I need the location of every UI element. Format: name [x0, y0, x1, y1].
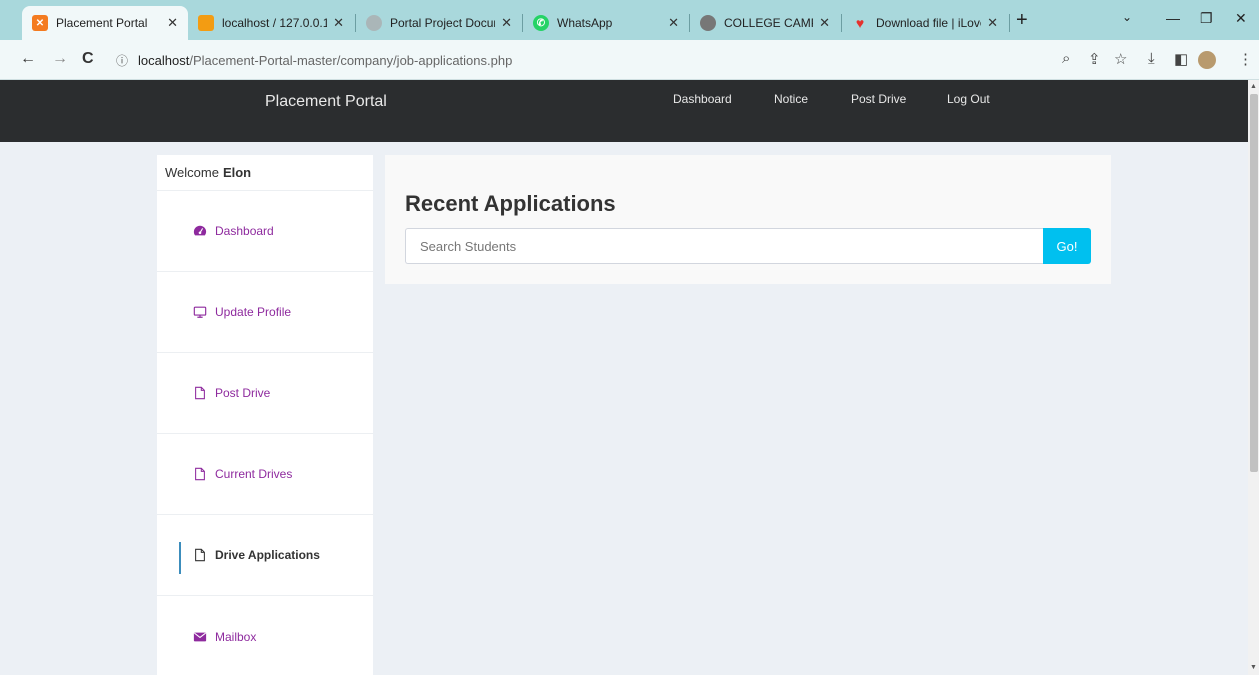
welcome-text: Welcome Elon: [157, 155, 373, 191]
menu-icon[interactable]: ⋮: [1238, 50, 1253, 68]
sidebar-item-drive-applications[interactable]: Drive Applications: [157, 515, 373, 596]
download-icon[interactable]: ⤓: [1148, 50, 1155, 67]
tab-search-icon[interactable]: ⌄: [1122, 10, 1132, 24]
globe-icon: [700, 15, 716, 31]
user-name: Elon: [222, 165, 252, 180]
sidebar-item-label: Post Drive: [215, 386, 271, 400]
zoom-icon[interactable]: ⌕: [1062, 50, 1070, 67]
file-icon: [195, 467, 205, 481]
avatar[interactable]: [1198, 51, 1216, 69]
xampp-icon: ✕: [32, 15, 48, 31]
tab-label: localhost / 127.0.0.1 /: [222, 16, 328, 30]
nav-post-drive[interactable]: Post Drive: [851, 92, 906, 106]
back-arrow-icon[interactable]: ←: [20, 50, 36, 68]
tab-phpmyadmin[interactable]: localhost / 127.0.0.1 / ✕: [188, 6, 354, 40]
close-icon[interactable]: ✕: [501, 15, 512, 31]
close-icon[interactable]: ✕: [333, 15, 344, 31]
nav-notice[interactable]: Notice: [774, 92, 808, 106]
page-title: Recent Applications: [405, 191, 616, 216]
page-scrollbar[interactable]: ▲ ▼: [1248, 80, 1259, 675]
tab-label: COLLEGE CAMPUS RE: [724, 16, 813, 30]
sidebar-item-label: Drive Applications: [215, 548, 320, 562]
sidebar-item-label: Mailbox: [215, 629, 257, 644]
browser-toolbar: ← → C ⓘ localhost/Placement-Portal-maste…: [0, 40, 1259, 80]
tab-label: Placement Portal: [56, 16, 148, 30]
monitor-icon: [193, 306, 207, 318]
whatsapp-icon: ✆: [533, 15, 549, 31]
restore-icon[interactable]: ❐: [1200, 10, 1213, 27]
close-icon[interactable]: ✕: [167, 15, 178, 31]
sidebar-item-mailbox[interactable]: Mailbox: [157, 596, 373, 675]
sidebar-item-label: Current Drives: [215, 467, 293, 481]
new-tab-icon[interactable]: +: [1016, 9, 1028, 32]
sidebar-item-label: Dashboard: [215, 224, 274, 238]
scroll-up-icon[interactable]: ▲: [1250, 83, 1257, 90]
go-button[interactable]: Go!: [1043, 228, 1091, 264]
sidebar: Welcome Elon Dashboard Update Profile Po…: [157, 155, 373, 675]
tab-label: WhatsApp: [557, 16, 613, 30]
browser-tab-bar: ✕ Placement Portal ✕ localhost / 127.0.0…: [0, 0, 1259, 40]
site-header: Placement Portal Dashboard Notice Post D…: [0, 80, 1248, 142]
phpmyadmin-icon: [198, 15, 214, 31]
share-icon[interactable]: ⇪: [1088, 50, 1101, 68]
minimize-icon[interactable]: —: [1166, 10, 1180, 26]
envelope-icon: [193, 632, 207, 641]
tab-label: Portal Project Docum: [390, 16, 496, 30]
tab-label: Download file | iLove: [876, 16, 982, 30]
info-icon: ⓘ: [116, 53, 129, 68]
url-host: localhost: [138, 52, 190, 68]
close-icon[interactable]: ✕: [668, 15, 679, 31]
forward-arrow-icon[interactable]: →: [52, 50, 68, 68]
sidebar-item-update-profile[interactable]: Update Profile: [157, 272, 373, 353]
file-icon: [195, 548, 205, 562]
url-path: /Placement-Portal-master/company/job-app…: [189, 52, 513, 68]
search-input[interactable]: [405, 228, 1043, 264]
file-icon: [195, 386, 205, 400]
close-window-icon[interactable]: ✕: [1235, 10, 1247, 27]
search-group: Go!: [405, 228, 1091, 264]
sidebar-item-label: Update Profile: [215, 305, 292, 319]
heart-icon: ♥: [855, 15, 865, 31]
dashboard-icon: [193, 225, 207, 236]
scroll-thumb[interactable]: [1250, 94, 1258, 472]
star-icon[interactable]: ☆: [1114, 50, 1127, 68]
address-bar[interactable]: ⓘ localhost/Placement-Portal-master/comp…: [110, 46, 1030, 74]
nav-log-out[interactable]: Log Out: [947, 92, 990, 106]
tab-separator: [1009, 14, 1010, 32]
scroll-down-icon[interactable]: ▼: [1250, 664, 1257, 671]
sidebar-item-dashboard[interactable]: Dashboard: [157, 191, 373, 272]
reload-icon[interactable]: C: [82, 50, 94, 68]
sidebar-item-post-drive[interactable]: Post Drive: [157, 353, 373, 434]
tab-ilovepdf[interactable]: ♥ Download file | iLove ✕: [842, 6, 1008, 40]
tab-college-campus[interactable]: COLLEGE CAMPUS RE ✕: [690, 6, 840, 40]
close-icon[interactable]: ✕: [819, 15, 830, 31]
tab-whatsapp[interactable]: ✆ WhatsApp ✕: [523, 6, 689, 40]
globe-icon: [366, 15, 382, 31]
tab-portal-docs[interactable]: Portal Project Docum ✕: [356, 6, 522, 40]
brand-title[interactable]: Placement Portal: [265, 93, 387, 111]
welcome-prefix: Welcome: [165, 165, 219, 180]
tab-placement-portal[interactable]: ✕ Placement Portal ✕: [22, 6, 188, 40]
close-icon[interactable]: ✕: [987, 15, 998, 31]
sidepanel-icon[interactable]: ◧: [1174, 50, 1188, 68]
recent-applications-panel: Recent Applications Go!: [385, 155, 1111, 284]
nav-dashboard[interactable]: Dashboard: [673, 92, 732, 106]
sidebar-item-current-drives[interactable]: Current Drives: [157, 434, 373, 515]
